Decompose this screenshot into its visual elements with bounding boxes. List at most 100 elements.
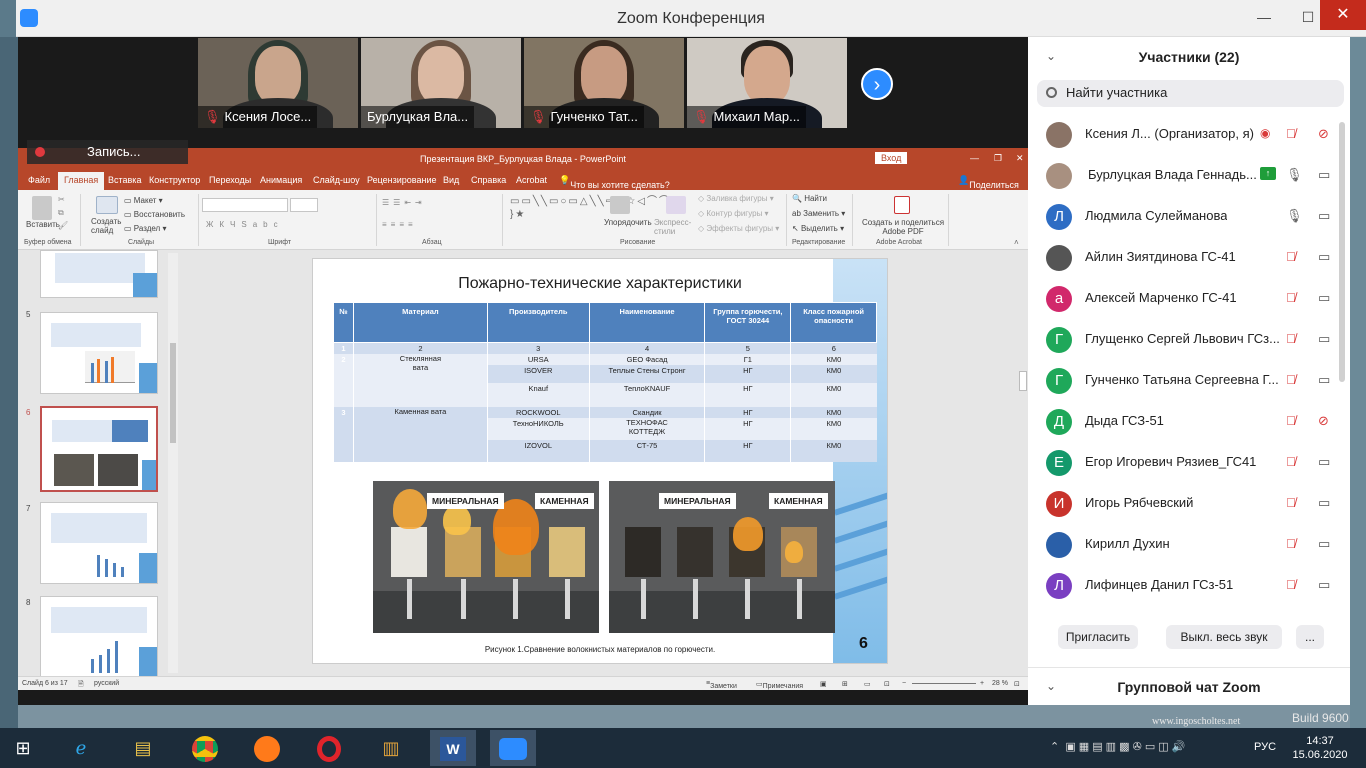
list-buttons[interactable]: ☰☰⇤⇥: [382, 198, 426, 207]
tab-help[interactable]: Справка: [471, 175, 506, 185]
slide-sorter-icon[interactable]: ⊞: [842, 680, 848, 688]
tab-insert[interactable]: Вставка: [108, 175, 141, 185]
video-tile[interactable]: 🎙 Гунченко Тат...: [524, 38, 684, 128]
language-indicator[interactable]: русский: [94, 680, 119, 687]
zoom-taskbar-icon[interactable]: [490, 730, 536, 766]
video-icon[interactable]: ▭: [1318, 536, 1330, 552]
video-icon[interactable]: ▭: [1318, 167, 1330, 183]
tab-view[interactable]: Вид: [443, 175, 459, 185]
video-tile[interactable]: Бурлуцкая Вла...: [361, 38, 521, 128]
zoom-in-icon[interactable]: +: [980, 680, 984, 687]
shapes-gallery[interactable]: ▭▭╲╲▭○▭△╲╲⇨⇩☆◁⌒⌒{ }★: [510, 195, 674, 221]
word-icon[interactable]: W: [430, 730, 476, 766]
format-painter-icon[interactable]: 🖌: [58, 221, 68, 230]
minimize-button[interactable]: —: [1250, 4, 1278, 30]
video-icon[interactable]: ▭: [1318, 249, 1330, 265]
participant-row[interactable]: Г Глущенко Сергей Львович ГСз... 🎙̸ ▭: [1028, 319, 1350, 360]
video-off-icon[interactable]: ⊘: [1318, 413, 1329, 429]
video-icon[interactable]: ▭: [1318, 372, 1330, 388]
mic-muted-icon[interactable]: 🎙̸: [1286, 126, 1296, 141]
align-buttons[interactable]: ≡≡≡≡: [382, 220, 417, 229]
file-explorer-icon[interactable]: ▤: [120, 730, 166, 766]
video-icon[interactable]: ▭: [1318, 495, 1330, 511]
slide-thumbnail[interactable]: [40, 502, 158, 584]
share-button[interactable]: 👤 Поделиться: [958, 175, 1019, 190]
participant-row[interactable]: а Алексей Марченко ГС-41 🎙̸ ▭: [1028, 278, 1350, 319]
adobe-pdf-icon[interactable]: [894, 196, 910, 214]
participant-row[interactable]: Е Егор Игоревич Рязиев_ГС41 🎙̸ ▭: [1028, 442, 1350, 483]
video-off-icon[interactable]: ⊘: [1318, 126, 1329, 142]
tab-animation[interactable]: Анимация: [260, 175, 302, 185]
arrange-button[interactable]: Упорядочить: [604, 218, 652, 227]
font-format-buttons[interactable]: ЖКЧSabc: [206, 220, 284, 229]
layout-button[interactable]: ▭ Макет ▾: [124, 196, 163, 205]
shape-outline-button[interactable]: ◇ Контур фигуры ▾: [698, 209, 769, 218]
slideshow-view-icon[interactable]: ⊡: [884, 680, 890, 688]
new-slide-button[interactable]: Создать слайд: [91, 217, 125, 235]
clock[interactable]: 14:37 15.06.2020: [1290, 734, 1350, 762]
tab-home[interactable]: Главная: [58, 172, 105, 190]
section-button[interactable]: ▭ Раздел ▾: [124, 224, 166, 233]
arrange-icon[interactable]: [610, 196, 630, 214]
slide-thumbnail-selected[interactable]: [40, 406, 158, 492]
firefox-icon[interactable]: [244, 730, 290, 766]
slide-thumbnail[interactable]: [40, 312, 158, 394]
comments-button[interactable]: ▭ Примечания: [756, 680, 803, 690]
create-adobe-pdf-button[interactable]: Создать и поделиться Adobe PDF: [860, 218, 946, 236]
next-videos-arrow-icon[interactable]: ›: [861, 68, 893, 100]
ppt-close-icon[interactable]: ✕: [1016, 153, 1024, 164]
reset-button[interactable]: ▭ Восстановить: [124, 210, 185, 219]
collapse-ribbon-icon[interactable]: ˄: [1014, 238, 1019, 247]
mic-muted-icon[interactable]: 🎙̸: [1286, 536, 1296, 551]
font-size-select[interactable]: [290, 198, 318, 212]
paste-label[interactable]: Вставить: [26, 220, 60, 229]
recording-indicator[interactable]: Запись...: [27, 140, 188, 164]
quick-styles-icon[interactable]: [666, 196, 686, 214]
tab-slideshow[interactable]: Слайд-шоу: [313, 175, 360, 185]
video-icon[interactable]: ▭: [1318, 577, 1330, 593]
participant-row[interactable]: Ксения Л... (Организатор, я) ◉ 🎙̸ ⊘: [1028, 114, 1350, 155]
new-slide-icon[interactable]: [96, 196, 118, 214]
video-icon[interactable]: ▭: [1318, 208, 1330, 224]
mic-icon[interactable]: 🎙: [1286, 208, 1303, 224]
close-button[interactable]: ✕: [1320, 0, 1366, 30]
mic-muted-icon[interactable]: 🎙̸: [1286, 454, 1296, 469]
normal-view-icon[interactable]: ▣: [820, 680, 827, 688]
mic-muted-icon[interactable]: 🎙̸: [1286, 495, 1296, 510]
mic-muted-icon[interactable]: 🎙̸: [1286, 577, 1296, 592]
select-button[interactable]: ↖ Выделить ▾: [792, 224, 844, 233]
zoom-out-icon[interactable]: −: [902, 680, 906, 687]
archive-app-icon[interactable]: ▥: [368, 730, 414, 766]
ppt-minimize-icon[interactable]: —: [970, 153, 979, 163]
chrome-icon[interactable]: [182, 730, 228, 766]
cut-icon[interactable]: ✂: [58, 195, 65, 204]
ppt-restore-icon[interactable]: ❐: [994, 153, 1002, 164]
zoom-slider[interactable]: [912, 683, 976, 684]
shape-fill-button[interactable]: ◇ Заливка фигуры ▾: [698, 194, 774, 203]
tell-me-search[interactable]: 💡 Что вы хотите сделать?: [559, 175, 670, 190]
participant-search-input[interactable]: Найти участника: [1037, 80, 1344, 107]
tab-review[interactable]: Рецензирование: [367, 175, 437, 185]
video-icon[interactable]: ▭: [1318, 331, 1330, 347]
paste-icon[interactable]: [32, 196, 52, 220]
invite-button[interactable]: Пригласить: [1058, 625, 1138, 649]
replace-button[interactable]: ab Заменить ▾: [792, 209, 845, 218]
video-icon[interactable]: ▭: [1318, 454, 1330, 470]
notes-button[interactable]: ≡ Заметки: [706, 680, 737, 690]
participant-row[interactable]: Л Людмила Сулейманова 🎙 ▭: [1028, 196, 1350, 237]
video-tile[interactable]: 🎙 Ксения Лосе...: [198, 38, 358, 128]
participant-row[interactable]: Г Гунченко Татьяна Сергеевна Г... 🎙̸ ▭: [1028, 360, 1350, 401]
reading-view-icon[interactable]: ▭: [864, 680, 871, 688]
system-tray-icons[interactable]: ⌃ ▣ ▦ ▤ ▥ ▩ ✇ ▭ ◫ 🔊: [1050, 740, 1185, 753]
more-options-button[interactable]: ...: [1296, 625, 1324, 649]
opera-icon[interactable]: [306, 730, 352, 766]
find-button[interactable]: 🔍 Найти: [792, 194, 827, 203]
participant-row[interactable]: Айлин Зиятдинова ГС-41 🎙̸ ▭: [1028, 237, 1350, 278]
thumbnails-scrollbar[interactable]: [168, 253, 178, 673]
slide-vertical-scrollbar[interactable]: [1018, 253, 1028, 673]
tab-file[interactable]: Файл: [28, 175, 50, 185]
video-icon[interactable]: ▭: [1318, 290, 1330, 306]
internet-explorer-icon[interactable]: ℯ: [58, 730, 104, 766]
video-tile[interactable]: 🎙 Михаил Мар...: [687, 38, 847, 128]
mic-muted-icon[interactable]: 🎙̸: [1286, 413, 1296, 428]
